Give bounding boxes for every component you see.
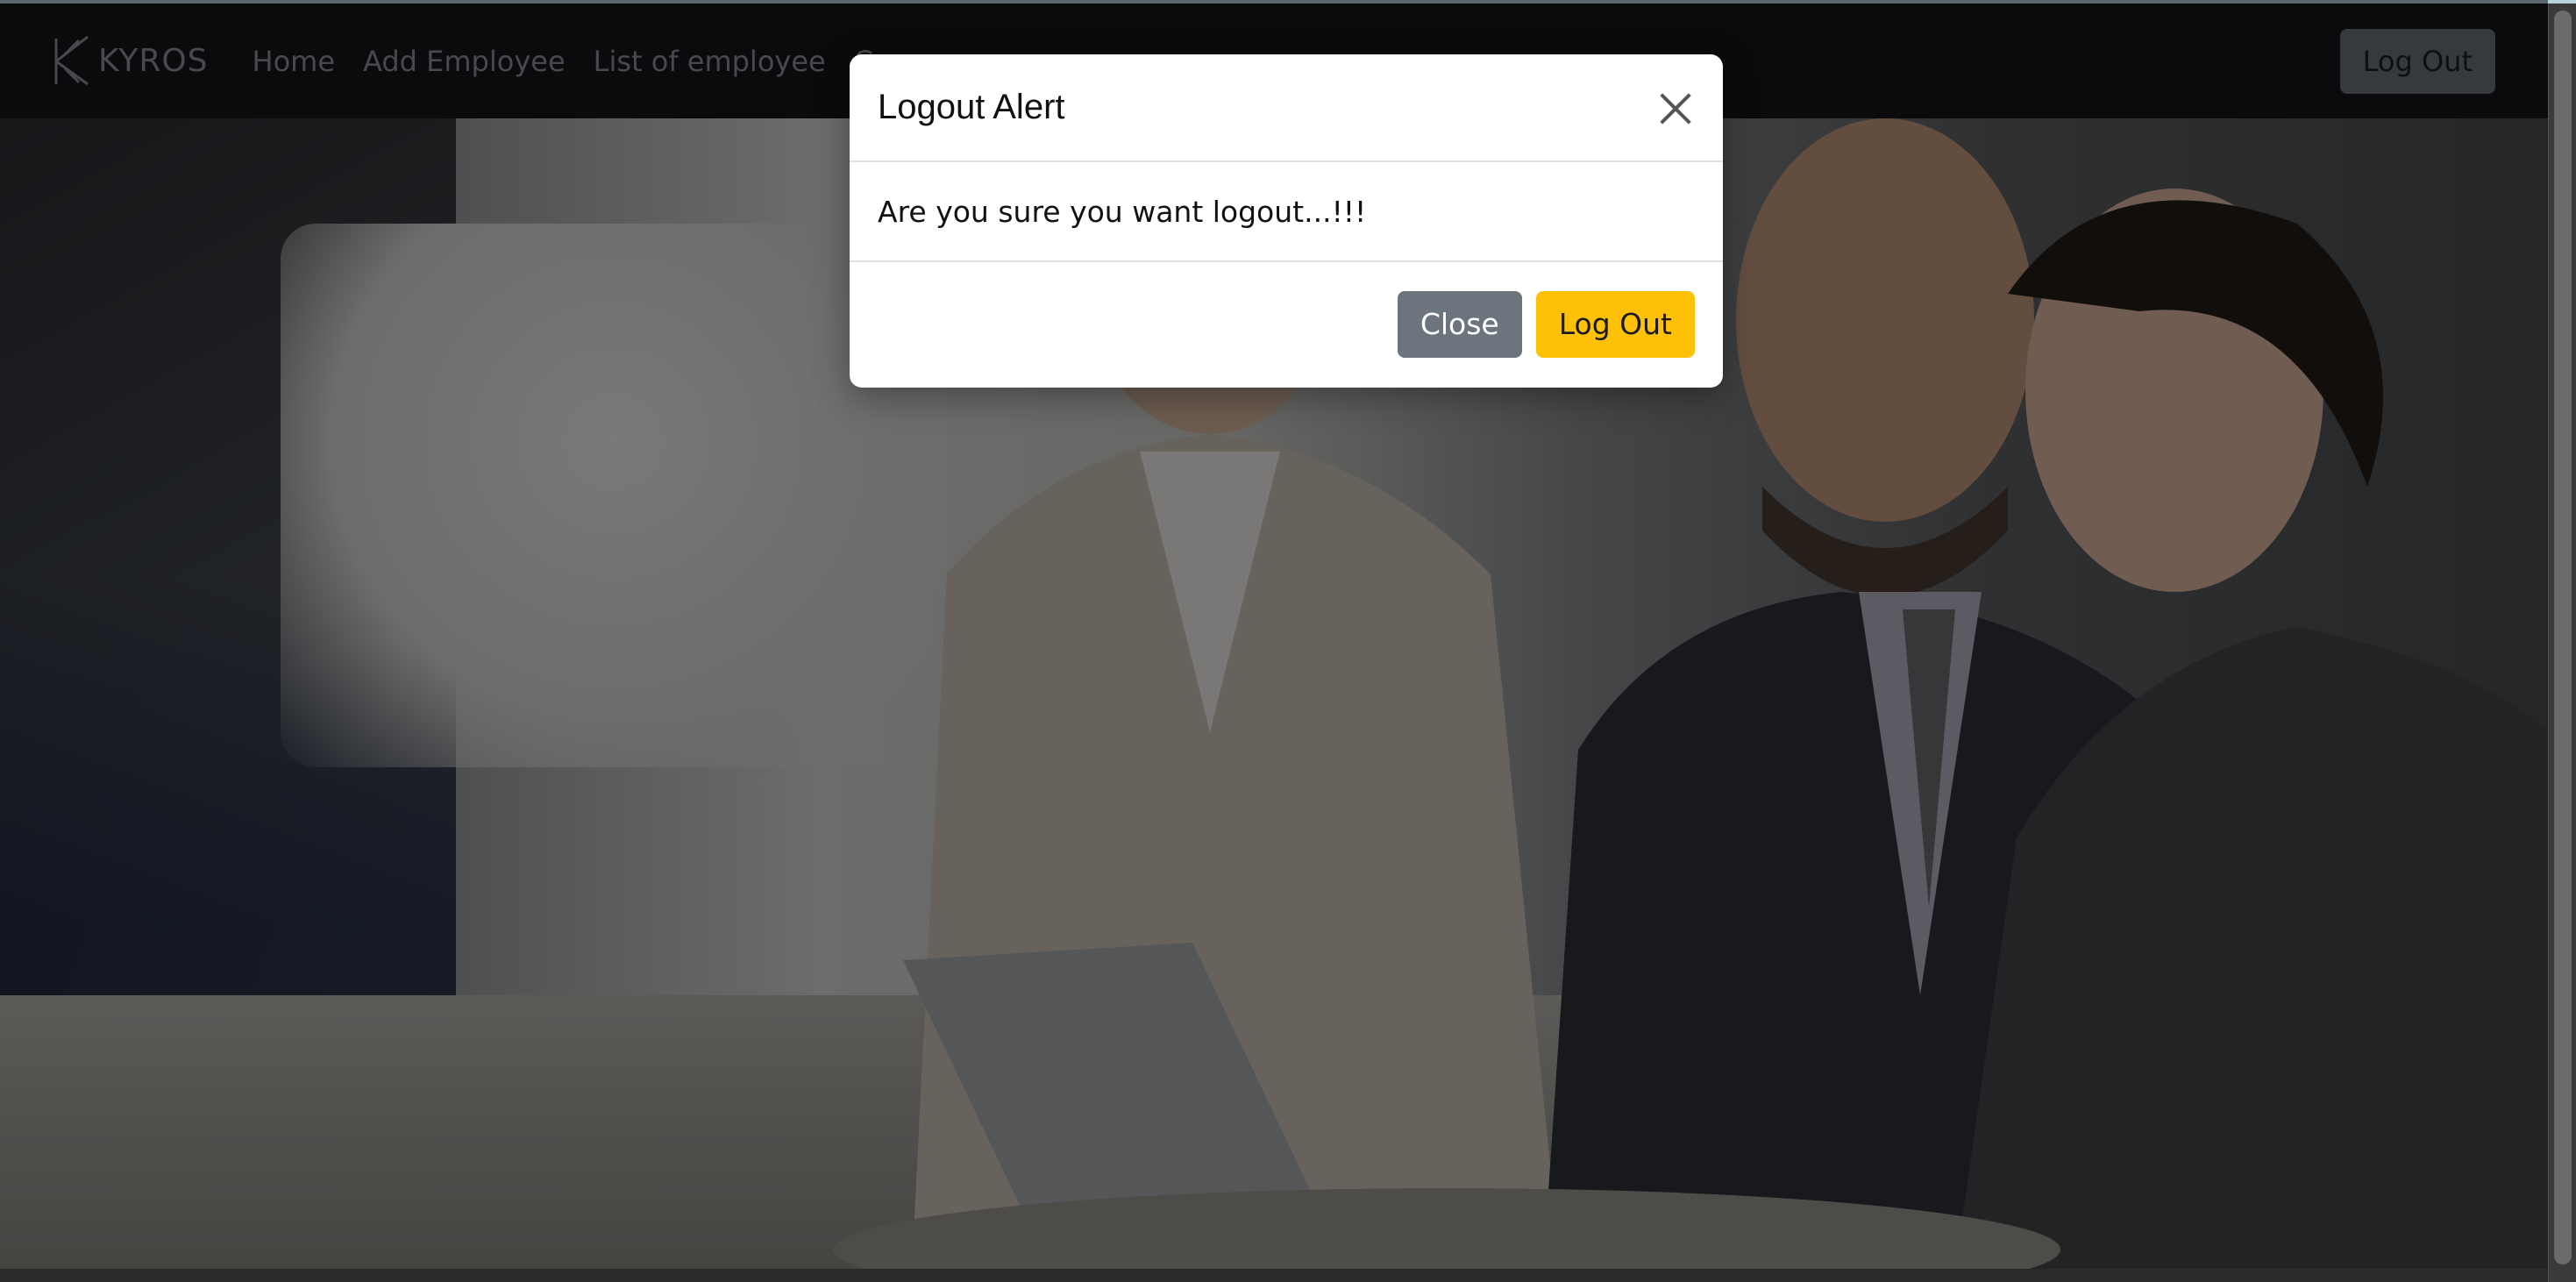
modal-header: Logout Alert bbox=[850, 54, 1723, 162]
close-icon[interactable] bbox=[1656, 89, 1695, 127]
confirm-logout-button[interactable]: Log Out bbox=[1535, 290, 1695, 358]
modal-message: Are you sure you want logout...!!! bbox=[878, 194, 1367, 229]
close-button[interactable]: Close bbox=[1397, 290, 1522, 358]
modal-body: Are you sure you want logout...!!! bbox=[850, 162, 1723, 262]
modal-title: Logout Alert bbox=[878, 88, 1065, 126]
vertical-scrollbar[interactable] bbox=[2548, 4, 2576, 1282]
modal-footer: Close Log Out bbox=[850, 262, 1723, 386]
bottom-edge bbox=[0, 1269, 2576, 1282]
logout-alert-modal: Logout Alert Are you sure you want logou… bbox=[850, 54, 1723, 388]
scrollbar-thumb[interactable] bbox=[2554, 11, 2572, 1264]
